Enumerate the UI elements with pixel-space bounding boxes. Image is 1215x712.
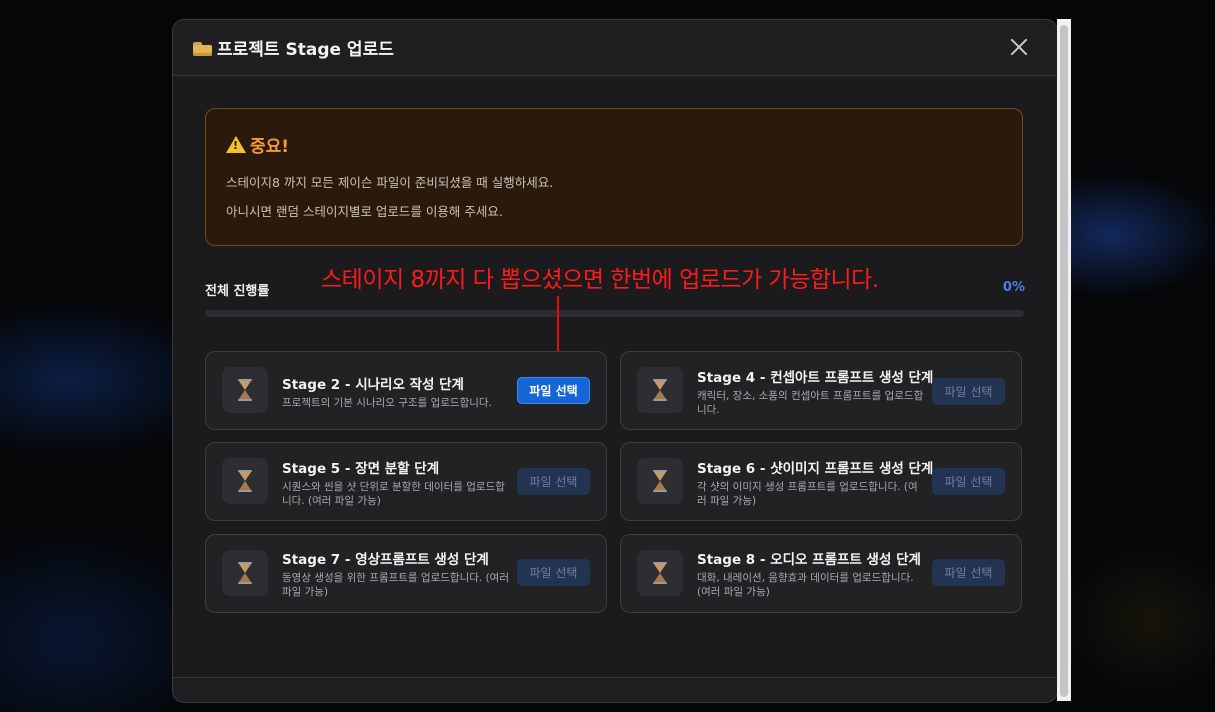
stage-title: Stage 7 - 영상프롬프트 생성 단계 bbox=[282, 552, 489, 568]
folder-icon bbox=[193, 40, 213, 56]
file-select-button[interactable]: 파일 선택 bbox=[932, 378, 1005, 405]
modal-footer bbox=[173, 677, 1057, 702]
hourglass-icon bbox=[222, 458, 268, 504]
stage-card-5: Stage 5 - 장면 분할 단계 시퀀스와 씬을 샷 단위로 분할한 데이터… bbox=[205, 442, 607, 521]
file-select-button[interactable]: 파일 선택 bbox=[932, 468, 1005, 495]
stage-card-2: Stage 2 - 시나리오 작성 단계 프로젝트의 기본 시나리오 구조를 업… bbox=[205, 351, 607, 430]
stage-card-6: Stage 6 - 샷이미지 프롬프트 생성 단계 각 샷의 이미지 생성 프롬… bbox=[620, 442, 1022, 521]
annotation-text: 스테이지 8까지 다 뽑으셨으면 한번에 업로드가 가능합니다. bbox=[321, 267, 879, 293]
file-select-button[interactable]: 파일 선택 bbox=[517, 559, 590, 586]
scrollbar-thumb[interactable] bbox=[1060, 25, 1068, 697]
stage-upload-modal: 프로젝트 Stage 업로드 중요! 스테이지8 까지 모든 제이슨 파일이 준… bbox=[172, 19, 1058, 703]
modal-title-text: 프로젝트 Stage 업로드 bbox=[217, 40, 394, 60]
stage-title: Stage 6 - 샷이미지 프롬프트 생성 단계 bbox=[697, 461, 934, 477]
hourglass-icon bbox=[637, 367, 683, 413]
stage-title: Stage 8 - 오디오 프롬프트 생성 단계 bbox=[697, 552, 921, 568]
progress-bar bbox=[205, 310, 1024, 317]
hourglass-icon bbox=[222, 367, 268, 413]
stage-description: 동영상 생성을 위한 프롬프트를 업로드합니다. (여러 파일 가능) bbox=[282, 572, 509, 598]
stage-description: 대화, 내레이션, 음향효과 데이터를 업로드합니다. (여러 파일 가능) bbox=[697, 572, 914, 598]
warning-line-1: 스테이지8 까지 모든 제이슨 파일이 준비되셨을 때 실행하세요. bbox=[226, 175, 554, 190]
warning-box: 중요! 스테이지8 까지 모든 제이슨 파일이 준비되셨을 때 실행하세요. 아… bbox=[205, 108, 1023, 246]
close-icon[interactable] bbox=[1007, 35, 1031, 59]
stage-card-8: Stage 8 - 오디오 프롬프트 생성 단계 대화, 내레이션, 음향효과 … bbox=[620, 534, 1022, 613]
warning-icon bbox=[226, 136, 246, 153]
stage-card-7: Stage 7 - 영상프롬프트 생성 단계 동영상 생성을 위한 프롬프트를 … bbox=[205, 534, 607, 613]
hourglass-icon bbox=[222, 550, 268, 596]
hourglass-icon bbox=[637, 550, 683, 596]
warning-line-2: 아니시면 랜덤 스테이지별로 업로드를 이용해 주세요. bbox=[226, 204, 503, 219]
modal-title: 프로젝트 Stage 업로드 bbox=[193, 35, 394, 60]
modal-header: 프로젝트 Stage 업로드 bbox=[173, 20, 1057, 76]
file-select-button[interactable]: 파일 선택 bbox=[517, 468, 590, 495]
stage-title: Stage 4 - 컨셉아트 프롬프트 생성 단계 bbox=[697, 370, 934, 386]
file-select-button[interactable]: 파일 선택 bbox=[932, 559, 1005, 586]
stage-title: Stage 2 - 시나리오 작성 단계 bbox=[282, 377, 464, 393]
stage-description: 캐릭터, 장소, 소품의 컨셉아트 프롬프트를 업로드합니다. bbox=[697, 390, 924, 416]
progress-label: 전체 진행률 bbox=[205, 284, 270, 299]
warning-title: 중요! bbox=[226, 132, 289, 157]
file-select-button[interactable]: 파일 선택 bbox=[517, 377, 590, 404]
hourglass-icon bbox=[637, 458, 683, 504]
progress-percent: 0% bbox=[1002, 280, 1025, 295]
stage-title: Stage 5 - 장면 분할 단계 bbox=[282, 461, 440, 477]
stage-card-4: Stage 4 - 컨셉아트 프롬프트 생성 단계 캐릭터, 장소, 소품의 컨… bbox=[620, 351, 1022, 430]
stage-description: 각 샷의 이미지 생성 프롬프트를 업로드합니다. (여러 파일 가능) bbox=[697, 481, 918, 507]
warning-title-text: 중요! bbox=[250, 137, 290, 157]
stage-description: 시퀀스와 씬을 샷 단위로 분할한 데이터를 업로드합니다. (여러 파일 가능… bbox=[282, 481, 505, 507]
stage-description: 프로젝트의 기본 시나리오 구조를 업로드합니다. bbox=[282, 397, 492, 409]
